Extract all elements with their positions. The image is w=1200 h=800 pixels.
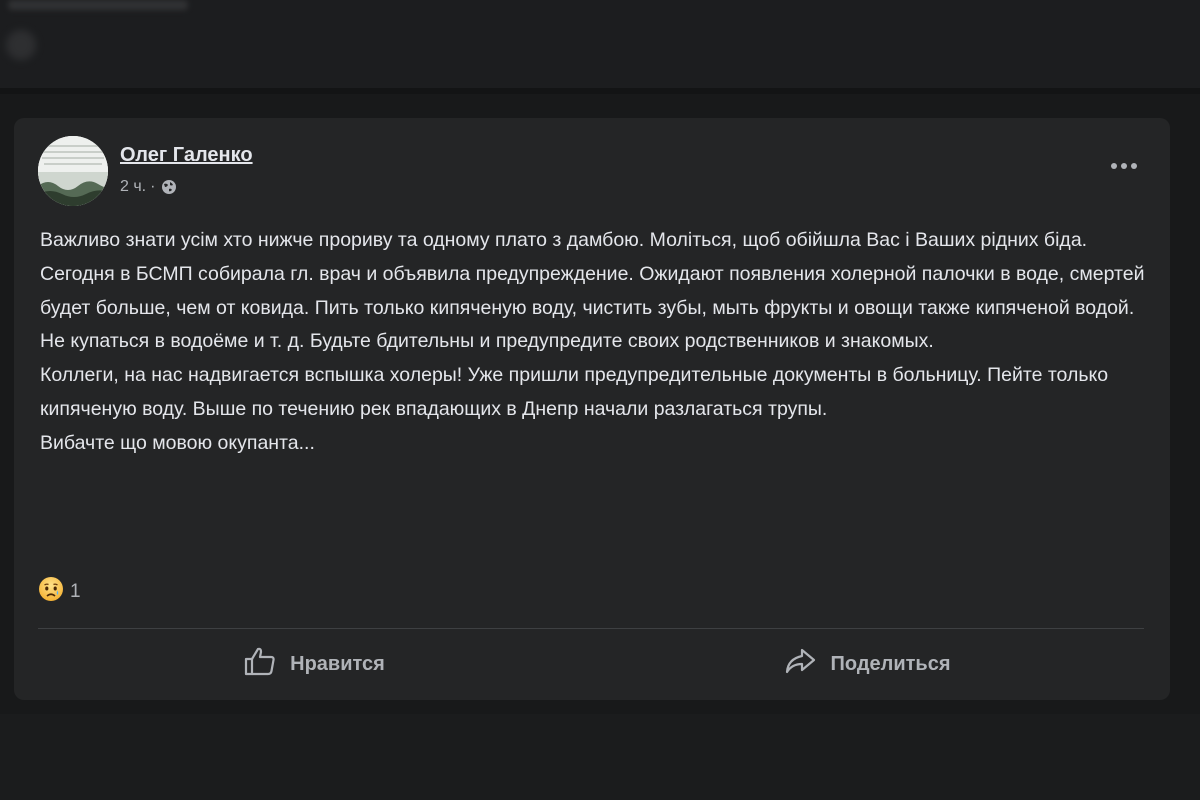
page-footer-area [0, 714, 1200, 800]
post-paragraph: Важливо знати усім хто нижче прориву та … [40, 229, 1088, 251]
reactions-summary[interactable]: 1 [38, 576, 81, 607]
share-button[interactable]: Поделиться [591, 636, 1144, 692]
blurred-header-avatar [6, 30, 36, 60]
post-card: Олег Галенко 2 ч. · Важливо знати усім х… [14, 118, 1170, 700]
post-actions: Нравится Поделиться [38, 636, 1144, 692]
post-options-button[interactable] [1106, 154, 1142, 178]
like-label: Нравится [290, 652, 385, 675]
blurred-header-text [8, 0, 188, 10]
post-meta: 2 ч. · [120, 178, 177, 196]
thumbs-up-icon [244, 646, 276, 682]
share-arrow-icon [784, 647, 816, 681]
like-button[interactable]: Нравится [38, 636, 591, 692]
more-dots-icon [1109, 157, 1139, 175]
sad-face-icon [38, 576, 64, 607]
top-bar [0, 0, 1200, 88]
actions-divider [38, 628, 1144, 629]
reaction-count: 1 [70, 580, 81, 602]
post-paragraph: Сегодня в БСМП собирала гл. врач и объяв… [40, 262, 1145, 353]
author-avatar[interactable] [38, 136, 108, 206]
meta-separator: · [150, 178, 156, 195]
share-label: Поделиться [830, 652, 951, 675]
globe-icon [161, 179, 177, 195]
post-paragraph: Коллеги, на нас надвигается вспышка холе… [40, 364, 1109, 420]
author-name-link[interactable]: Олег Галенко [120, 144, 253, 167]
post-paragraph: Вибачте що мовою окупанта... [40, 431, 315, 454]
post-body: Важливо знати усім хто нижче прориву та … [40, 224, 1150, 461]
top-divider [0, 88, 1200, 94]
post-time[interactable]: 2 ч. [120, 178, 146, 196]
